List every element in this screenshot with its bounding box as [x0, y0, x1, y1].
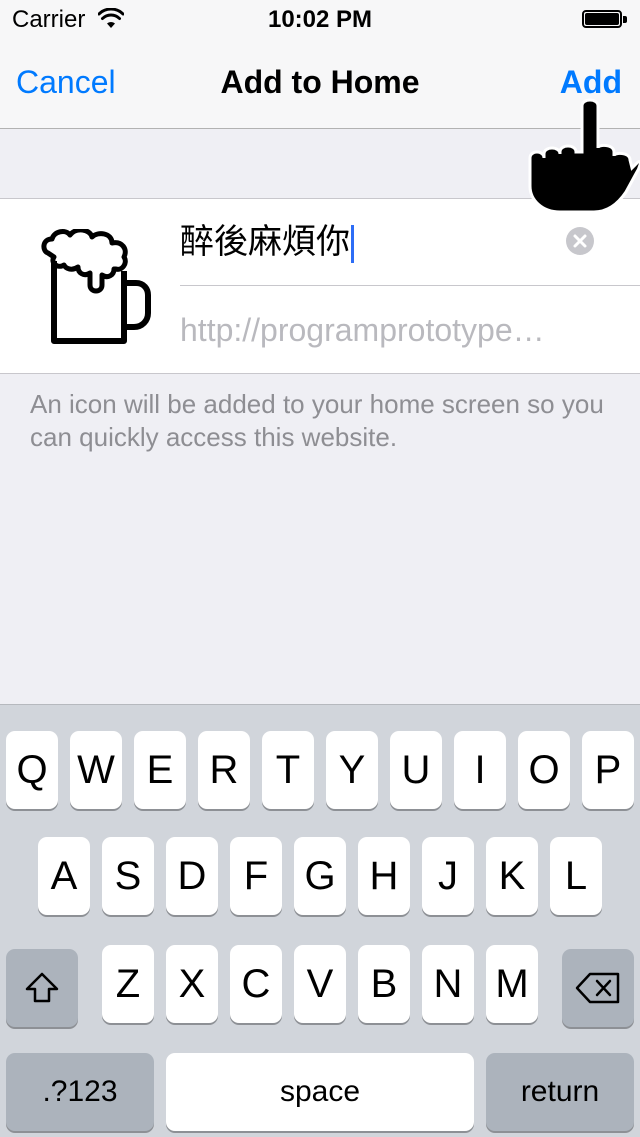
- shift-key[interactable]: [6, 949, 78, 1027]
- key-w[interactable]: W: [70, 731, 122, 809]
- url-field: http://programprototype…: [180, 312, 545, 348]
- clock: 10:02 PM: [267, 6, 373, 33]
- bookmark-card: 醉後麻煩你 http://programprototype…: [0, 198, 640, 374]
- nav-bar: Cancel Add to Home Add: [0, 40, 640, 129]
- key-t[interactable]: T: [262, 731, 314, 809]
- shift-icon: [25, 972, 59, 1003]
- key-g[interactable]: G: [294, 837, 346, 915]
- key-b[interactable]: B: [358, 945, 410, 1023]
- key-k[interactable]: K: [486, 837, 538, 915]
- key-l[interactable]: L: [550, 837, 602, 915]
- beer-mug-icon: [41, 229, 151, 344]
- status-bar: Carrier 10:02 PM: [0, 0, 640, 40]
- add-button[interactable]: Add: [560, 64, 622, 101]
- key-q[interactable]: Q: [6, 731, 58, 809]
- key-y[interactable]: Y: [326, 731, 378, 809]
- key-z[interactable]: Z: [102, 945, 154, 1023]
- key-r[interactable]: R: [198, 731, 250, 809]
- title-input[interactable]: 醉後麻煩你: [180, 217, 600, 267]
- key-m[interactable]: M: [486, 945, 538, 1023]
- key-c[interactable]: C: [230, 945, 282, 1023]
- space-key[interactable]: space: [166, 1053, 474, 1131]
- key-a[interactable]: A: [38, 837, 90, 915]
- key-s[interactable]: S: [102, 837, 154, 915]
- page-title: Add to Home: [220, 64, 420, 100]
- title-input-value: 醉後麻煩你: [180, 223, 350, 261]
- key-i[interactable]: I: [454, 731, 506, 809]
- keyboard: QWERTYUIOP ASDFGHJKL ZXCVBNM .?123 space…: [0, 704, 640, 1137]
- key-e[interactable]: E: [134, 731, 186, 809]
- key-n[interactable]: N: [422, 945, 474, 1023]
- key-u[interactable]: U: [390, 731, 442, 809]
- clear-icon[interactable]: [566, 227, 594, 255]
- numbers-key[interactable]: .?123: [6, 1053, 154, 1131]
- return-key[interactable]: return: [486, 1053, 634, 1131]
- key-v[interactable]: V: [294, 945, 346, 1023]
- key-x[interactable]: X: [166, 945, 218, 1023]
- key-p[interactable]: P: [582, 731, 634, 809]
- delete-icon: [575, 972, 620, 1004]
- field-divider: [180, 285, 640, 286]
- help-text: An icon will be added to your home scree…: [30, 389, 604, 452]
- battery-icon: [582, 10, 628, 30]
- key-d[interactable]: D: [166, 837, 218, 915]
- key-h[interactable]: H: [358, 837, 410, 915]
- text-caret: [351, 225, 354, 264]
- delete-key[interactable]: [562, 949, 634, 1027]
- key-f[interactable]: F: [230, 837, 282, 915]
- key-o[interactable]: O: [518, 731, 570, 809]
- key-j[interactable]: J: [422, 837, 474, 915]
